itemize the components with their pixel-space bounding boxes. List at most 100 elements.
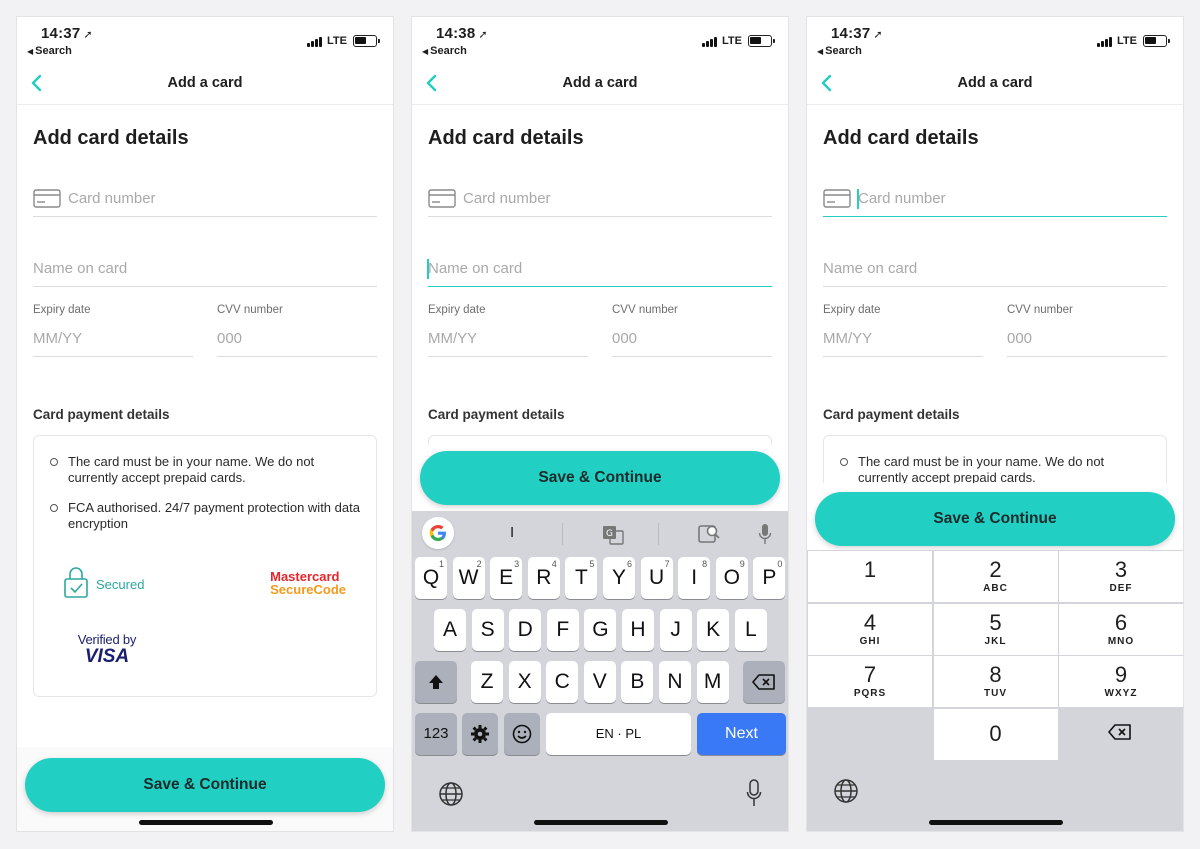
key-w[interactable]: W2 — [452, 557, 485, 599]
backspace-icon — [1108, 724, 1131, 740]
key-j[interactable]: J — [659, 609, 692, 651]
cvv-label: CVV number — [1007, 304, 1073, 316]
numpad-key-8[interactable]: 8 TUV — [933, 656, 1058, 707]
section-label: Card payment details — [823, 407, 960, 422]
numpad-letters: GHI — [859, 635, 881, 647]
backspace-key[interactable] — [743, 661, 785, 703]
numpad-key-4[interactable]: 4 GHI — [808, 603, 932, 655]
numpad-key-3[interactable]: 3 DEF — [1059, 551, 1183, 602]
key-o[interactable]: O9 — [715, 557, 748, 599]
cvv-field[interactable]: 000 — [1007, 317, 1167, 357]
key-f[interactable]: F — [546, 609, 579, 651]
cvv-placeholder: 000 — [612, 330, 638, 347]
numpad-letters: DEF — [1109, 583, 1133, 594]
lock-check-icon — [64, 567, 88, 598]
cvv-field[interactable]: 000 — [612, 317, 772, 357]
dictation-icon[interactable] — [746, 779, 762, 807]
key-q[interactable]: Q1 — [415, 557, 447, 599]
numpad-letters: MNO — [1107, 635, 1135, 647]
backspace-icon — [752, 674, 775, 691]
numpad-key-7[interactable]: 7 PQRS — [808, 656, 932, 707]
next-key[interactable]: Next — [697, 713, 786, 755]
numpad-key-0[interactable]: 0 — [933, 708, 1058, 760]
key-d[interactable]: D — [509, 609, 542, 651]
globe-icon[interactable] — [833, 778, 859, 804]
key-r[interactable]: R4 — [527, 557, 560, 599]
key-v[interactable]: V — [583, 661, 616, 703]
key-e[interactable]: E3 — [490, 557, 523, 599]
numpad-digit: 5 — [989, 609, 1002, 635]
card-number-field[interactable]: Card number — [823, 177, 1167, 217]
key-c[interactable]: C — [546, 661, 579, 703]
name-placeholder: Name on card — [428, 260, 523, 277]
key-h[interactable]: H — [622, 609, 654, 651]
name-on-card-field[interactable]: Name on card — [427, 247, 772, 287]
expiry-label: Expiry date — [33, 304, 91, 316]
key-s[interactable]: S — [471, 609, 504, 651]
key-i[interactable]: I8 — [678, 557, 711, 599]
numpad-key-1[interactable]: 1 — [808, 551, 932, 602]
expiry-placeholder: MM/YY — [33, 330, 83, 347]
numpad-key-2[interactable]: 2 ABC — [933, 551, 1058, 602]
name-placeholder: Name on card — [823, 260, 918, 277]
name-on-card-field[interactable]: Name on card — [823, 247, 1167, 287]
key-u[interactable]: U7 — [640, 557, 673, 599]
status-bar: 14:37 ➚ ◀ Search LTE — [17, 17, 393, 61]
numbers-key[interactable]: 123 — [415, 713, 457, 755]
back-to-app-link[interactable]: ◀ Search — [27, 45, 72, 57]
page-title: Add a card — [957, 75, 1033, 91]
numpad-digit: 2 — [989, 557, 1002, 582]
key-z[interactable]: Z — [471, 661, 503, 703]
numpad-digit: 0 — [989, 720, 1002, 746]
delete-key[interactable] — [1058, 707, 1182, 758]
card-number-field[interactable]: Card number — [428, 177, 772, 217]
expiry-field[interactable]: MM/YY — [33, 317, 193, 357]
shift-key[interactable] — [415, 661, 457, 703]
key-b[interactable]: B — [621, 661, 654, 703]
key-l[interactable]: L — [734, 609, 767, 651]
expiry-field[interactable]: MM/YY — [428, 317, 588, 357]
key-k[interactable]: K — [697, 609, 730, 651]
numpad-digit: 4 — [863, 609, 877, 635]
status-time: 14:37 ➚ — [831, 25, 883, 42]
status-bar: 14:38 ➚ ◀ Search LTE — [412, 17, 788, 61]
key-g[interactable]: G — [584, 609, 617, 651]
save-continue-button[interactable]: Save & Continue — [815, 492, 1175, 546]
securecode-text: SecureCode — [270, 582, 346, 597]
numpad-key-9[interactable]: 9 WXYZ — [1059, 656, 1183, 707]
key-p[interactable]: P0 — [753, 557, 786, 599]
signal-icon — [1097, 37, 1113, 47]
key-t[interactable]: T5 — [565, 557, 598, 599]
sticker-search-icon[interactable] — [698, 523, 720, 545]
key-n[interactable]: N — [659, 661, 691, 703]
back-to-app-link[interactable]: ◀ Search — [422, 45, 467, 57]
cvv-field[interactable]: 000 — [217, 317, 377, 357]
numpad-digit: 9 — [1114, 662, 1128, 687]
key-x[interactable]: X — [508, 661, 541, 703]
globe-icon[interactable] — [438, 781, 464, 807]
save-continue-button[interactable]: Save & Continue — [25, 758, 385, 812]
verified-by-text: Verified by — [77, 632, 137, 647]
suggestion-word[interactable]: I — [510, 524, 514, 541]
numpad-letters: ABC — [983, 583, 1008, 594]
numpad-key-5[interactable]: 5 JKL — [933, 603, 1058, 655]
shift-icon — [429, 675, 443, 690]
expiry-label: Expiry date — [428, 304, 486, 316]
card-number-field[interactable]: Card number — [33, 177, 377, 217]
expiry-field[interactable]: MM/YY — [823, 317, 983, 357]
key-a[interactable]: A — [434, 609, 466, 651]
key-m[interactable]: M — [696, 661, 729, 703]
settings-key[interactable] — [462, 713, 498, 755]
back-to-app-link[interactable]: ◀ Search — [817, 45, 862, 57]
space-bar[interactable]: EN · PL — [546, 713, 691, 755]
key-y[interactable]: Y6 — [603, 557, 635, 599]
page-title: Add a card — [167, 75, 243, 91]
emoji-key[interactable] — [504, 713, 540, 755]
bullet-icon — [50, 504, 58, 512]
translate-icon[interactable]: G — [602, 525, 624, 545]
voice-input-icon[interactable] — [758, 523, 772, 545]
save-continue-button[interactable]: Save & Continue — [420, 451, 780, 505]
numpad-key-6[interactable]: 6 MNO — [1059, 603, 1183, 655]
form-heading: Add card details — [428, 127, 584, 149]
name-on-card-field[interactable]: Name on card — [33, 247, 377, 287]
